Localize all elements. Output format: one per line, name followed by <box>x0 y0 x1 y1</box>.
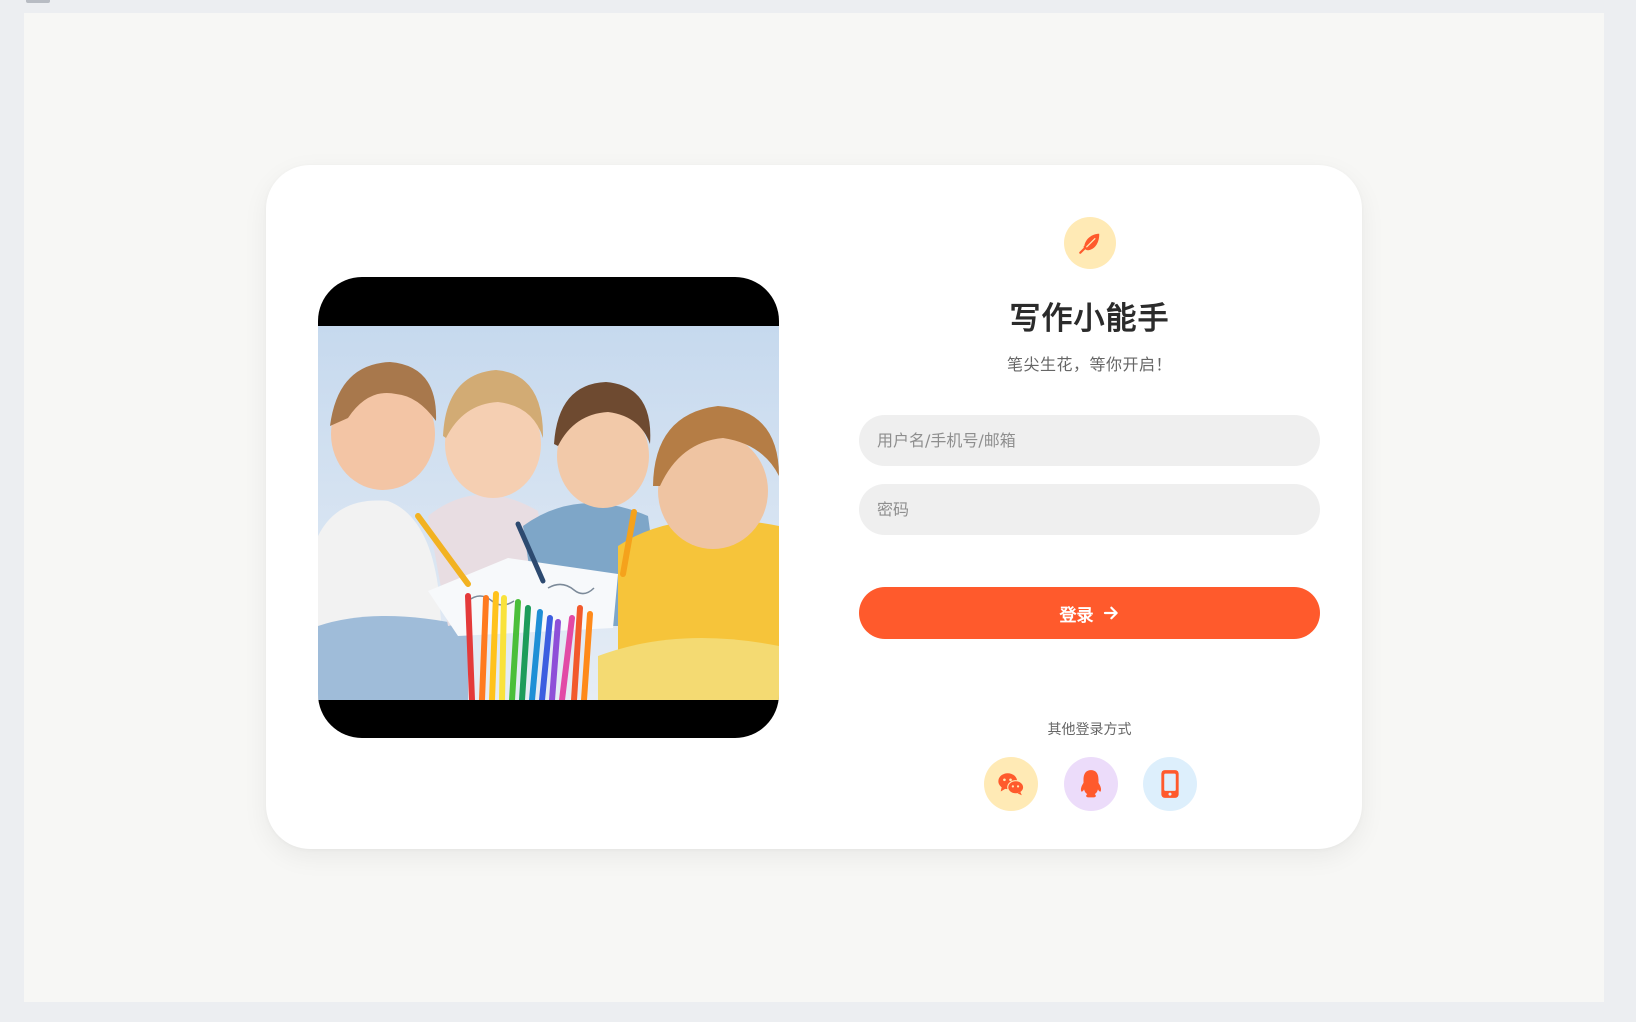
login-button-label: 登录 <box>1059 605 1094 626</box>
password-input[interactable] <box>859 484 1320 535</box>
hero-image-frame <box>318 277 779 738</box>
window-corner-mark <box>26 0 50 3</box>
wechat-icon <box>998 773 1025 796</box>
page-background: 写作小能手 笔尖生花，等你开启！ 登录 其他登录方式 <box>24 13 1604 1002</box>
wechat-login-button[interactable] <box>984 757 1038 811</box>
other-login-label: 其他登录方式 <box>1047 722 1132 738</box>
login-button[interactable]: 登录 <box>859 587 1320 639</box>
qq-login-button[interactable] <box>1064 757 1118 811</box>
login-card: 写作小能手 笔尖生花，等你开启！ 登录 其他登录方式 <box>266 165 1362 849</box>
app-title: 写作小能手 <box>1009 301 1170 337</box>
feather-icon <box>1079 233 1100 254</box>
mobile-phone-icon <box>1161 770 1179 798</box>
qq-icon <box>1080 770 1102 798</box>
hero-image-children-drawing <box>318 326 779 700</box>
login-form: 写作小能手 笔尖生花，等你开启！ 登录 其他登录方式 <box>859 165 1320 849</box>
app-subtitle: 笔尖生花，等你开启！ <box>1006 355 1172 374</box>
logo-badge <box>1064 217 1116 269</box>
arrow-right-icon <box>1103 606 1118 620</box>
phone-login-button[interactable] <box>1143 757 1197 811</box>
username-input[interactable] <box>859 415 1320 466</box>
